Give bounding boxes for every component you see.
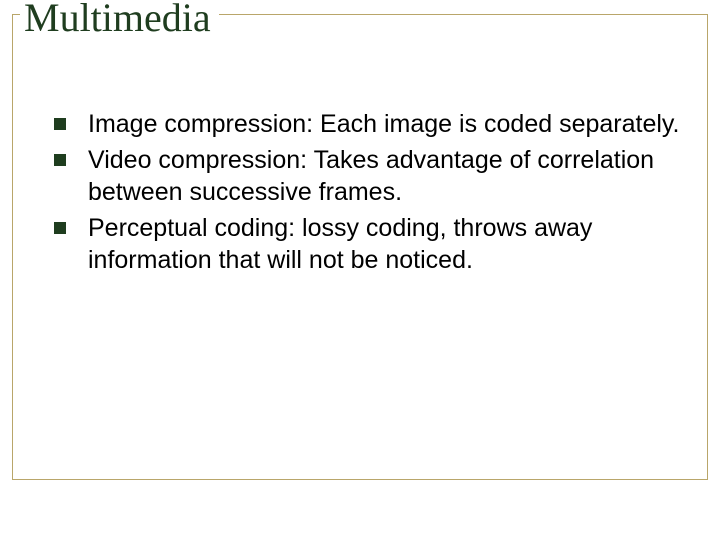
list-item: Image compression: Each image is coded s… — [54, 108, 680, 140]
bullet-text: Perceptual coding: lossy coding, throws … — [88, 212, 680, 276]
list-item: Video compression: Takes advantage of co… — [54, 144, 680, 208]
list-item: Perceptual coding: lossy coding, throws … — [54, 212, 680, 276]
square-bullet-icon — [54, 118, 66, 130]
slide-body: Image compression: Each image is coded s… — [54, 108, 680, 280]
bullet-text: Image compression: Each image is coded s… — [88, 108, 680, 140]
square-bullet-icon — [54, 154, 66, 166]
slide: Multimedia Image compression: Each image… — [0, 0, 720, 540]
title-container: Multimedia — [20, 0, 219, 40]
slide-title: Multimedia — [24, 0, 211, 40]
square-bullet-icon — [54, 222, 66, 234]
bullet-text: Video compression: Takes advantage of co… — [88, 144, 680, 208]
